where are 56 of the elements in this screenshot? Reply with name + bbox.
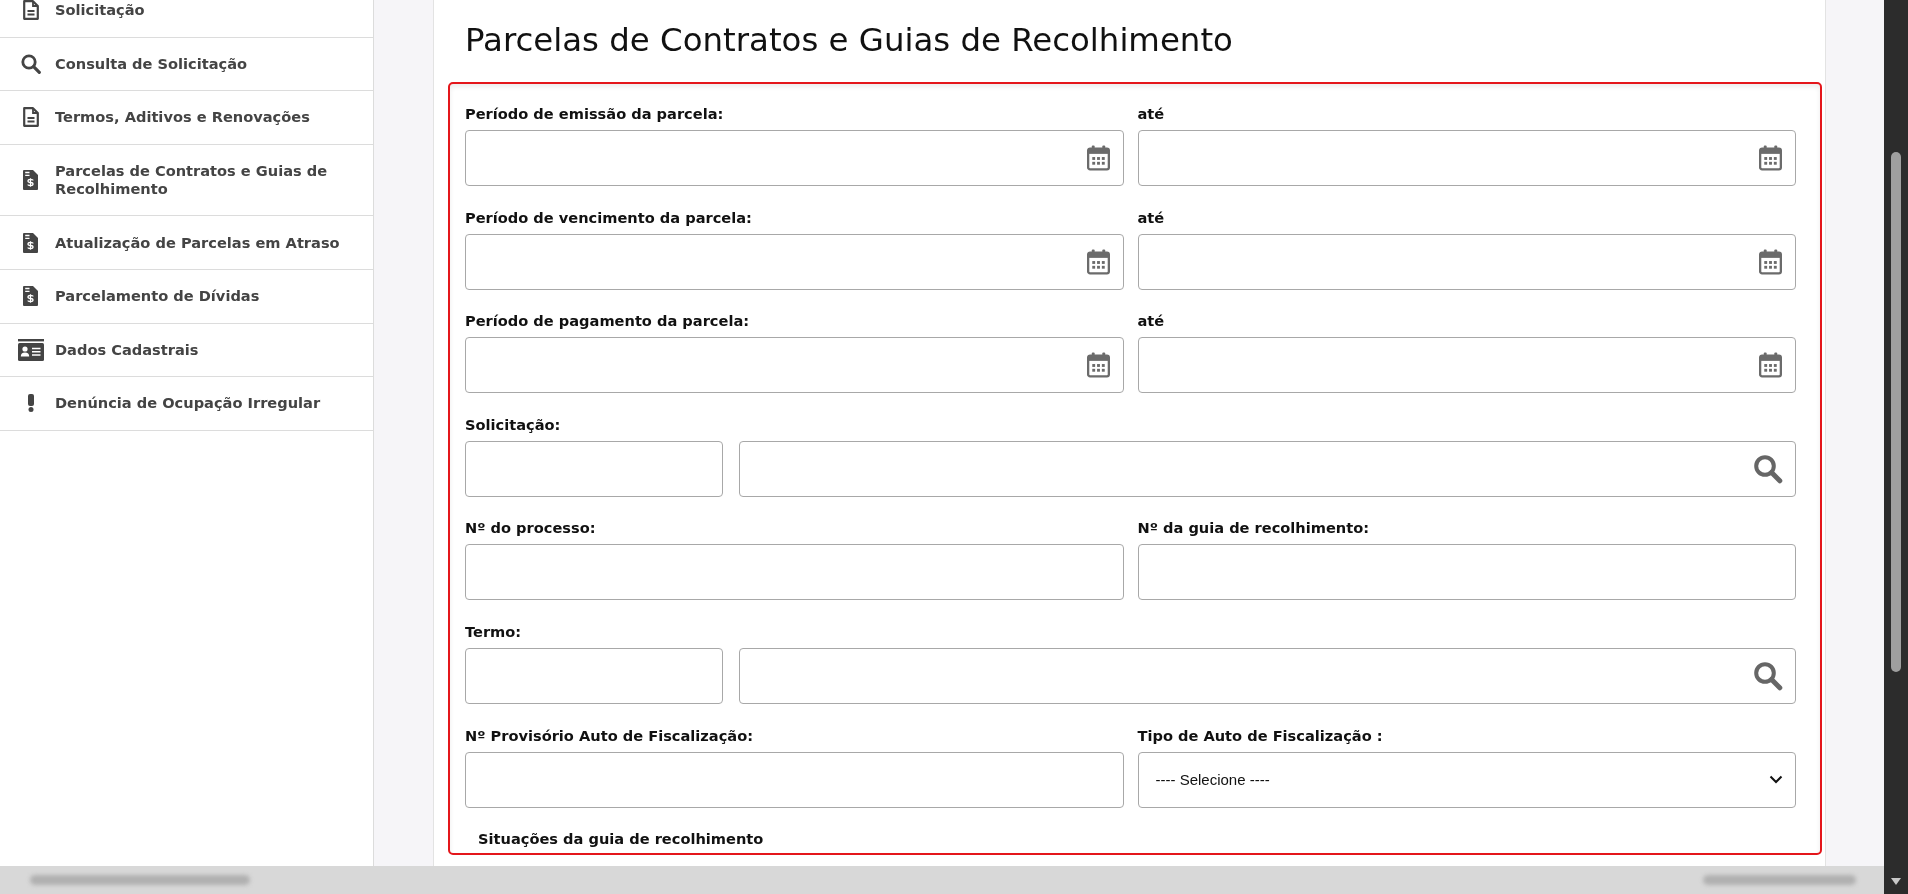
scrollbar-thumb[interactable] <box>1891 152 1901 672</box>
calendar-icon[interactable] <box>1759 248 1782 275</box>
date-field[interactable] <box>465 233 1124 290</box>
field-label: Nº da guia de recolhimento: <box>1137 519 1370 538</box>
select-field[interactable]: ---- Selecione ---- <box>1137 751 1796 808</box>
date-field[interactable] <box>1137 130 1796 186</box>
id-card-icon <box>17 338 44 361</box>
text-field[interactable] <box>465 751 1124 808</box>
dollar-document-icon <box>23 286 38 307</box>
exclamation-icon <box>26 394 35 413</box>
field-label: até <box>1137 312 1165 331</box>
field-label: Nº do processo: <box>465 519 596 538</box>
date-field[interactable] <box>1137 337 1796 394</box>
sidebar-item[interactable]: Solicitação <box>0 0 373 38</box>
field-label: Período de emissão da parcela: <box>465 105 724 123</box>
document-icon <box>22 0 39 21</box>
calendar-icon[interactable] <box>1086 248 1110 275</box>
sidebar-item[interactable]: Dados Cadastrais <box>0 323 373 378</box>
page-title: Parcelas de Contratos e Guias de Recolhimento <box>465 20 1234 60</box>
field-label: até <box>1137 105 1165 123</box>
lookup-field[interactable] <box>739 440 1796 497</box>
calendar-icon[interactable] <box>1759 352 1782 379</box>
sidebar-item[interactable]: Parcelamento de Dívidas <box>0 269 373 324</box>
field-label: Período de pagamento da parcela: <box>465 312 750 331</box>
text-field[interactable] <box>465 544 1124 601</box>
document-icon <box>22 107 39 128</box>
search-icon[interactable] <box>1753 453 1783 484</box>
search-icon <box>20 53 41 74</box>
dollar-document-icon <box>23 170 38 191</box>
lookup-field[interactable] <box>739 647 1796 704</box>
code-field[interactable] <box>465 440 723 497</box>
scrollbar-track[interactable] <box>1884 0 1908 894</box>
sidebar-item[interactable]: Consulta de Solicitação <box>0 37 373 92</box>
calendar-icon[interactable] <box>1086 145 1110 171</box>
date-field[interactable] <box>465 130 1124 186</box>
field-label: Termo: <box>465 622 522 641</box>
search-icon[interactable] <box>1753 660 1783 691</box>
field-label: Solicitação: <box>465 415 561 434</box>
field-label: até <box>1137 208 1165 227</box>
field-label: Período de vencimento da parcela: <box>465 208 752 227</box>
date-field[interactable] <box>1137 233 1796 290</box>
sidebar-item[interactable]: Atualização de Parcelas em Atraso <box>0 216 373 270</box>
date-field[interactable] <box>465 337 1124 394</box>
calendar-icon[interactable] <box>1086 352 1110 379</box>
sidebar-item[interactable]: Denúncia de Ocupação Irregular <box>0 377 373 431</box>
sidebar-item[interactable]: Termos, Aditivos e Renovações <box>0 91 373 145</box>
dollar-document-icon <box>23 232 38 253</box>
calendar-icon[interactable] <box>1759 145 1782 171</box>
code-field[interactable] <box>465 647 723 704</box>
field-label: Nº Provisório Auto de Fiscalização: <box>465 726 754 745</box>
sidebar-item[interactable]: Parcelas de Contratos e Guias de Recolhimento <box>0 144 373 217</box>
field-label: Tipo de Auto de Fiscalização : <box>1137 726 1383 745</box>
chevron-down-icon <box>1769 775 1783 785</box>
section-label: Situações da guia de recolhimento <box>478 830 764 849</box>
text-field[interactable] <box>1137 544 1796 601</box>
scroll-down-arrow-icon[interactable] <box>1891 878 1901 885</box>
